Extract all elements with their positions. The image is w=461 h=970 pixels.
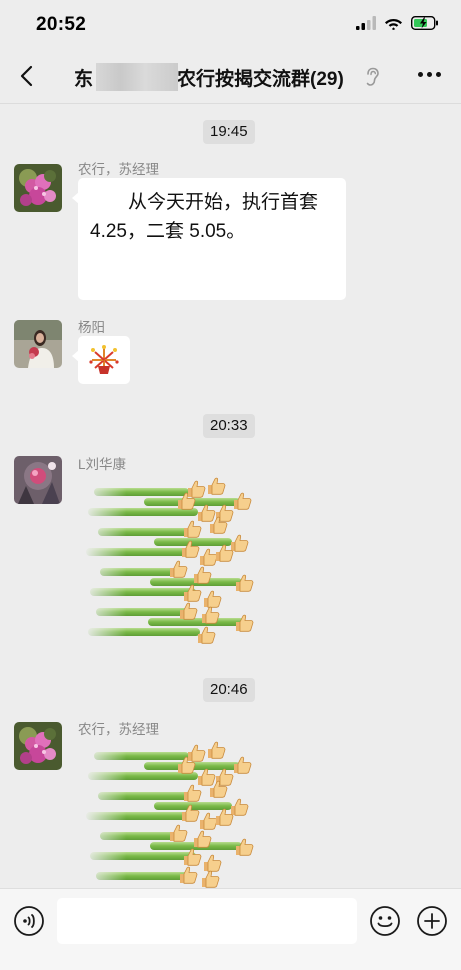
message-bubble[interactable] xyxy=(72,336,130,384)
avatar[interactable] xyxy=(14,456,62,504)
thumbs-up-sticker[interactable] xyxy=(84,474,254,649)
more-dot xyxy=(436,72,441,77)
message-text: 从今天开始，执行首套 4.25，二套 5.05。 xyxy=(78,178,346,256)
avatar[interactable] xyxy=(14,320,62,368)
timestamp: 20:46 xyxy=(203,678,255,702)
plus-icon[interactable] xyxy=(416,905,448,937)
thumbs-up-sticker[interactable] xyxy=(84,738,254,888)
status-bar: 20:52 xyxy=(0,0,461,48)
message-line: 从今天开始，执行首套 xyxy=(128,192,319,213)
message-line: 4.25，二套 5.05。 xyxy=(90,221,246,242)
input-bar xyxy=(0,888,461,970)
voice-icon[interactable] xyxy=(13,905,45,937)
status-icons xyxy=(356,16,439,30)
chat-header: 东 农行按揭交流群(29) xyxy=(0,48,461,104)
message-list[interactable]: 19:45 农行，苏经理 从今天开始，执行首套 4.25，二套 5.05。 杨阳… xyxy=(0,104,461,888)
sender-name: L刘华康 xyxy=(78,457,127,472)
title-redaction xyxy=(96,63,178,91)
sender-name: 农行，苏经理 xyxy=(78,162,159,177)
fireworks-sticker xyxy=(89,345,119,374)
group-title-prefix: 东 xyxy=(74,69,94,90)
back-button[interactable] xyxy=(14,62,42,90)
timestamp: 20:33 xyxy=(203,414,255,438)
more-dot xyxy=(427,72,432,77)
sender-name: 农行，苏经理 xyxy=(78,722,159,737)
message-input[interactable] xyxy=(57,898,357,944)
battery-icon xyxy=(411,16,438,30)
emoji-icon[interactable] xyxy=(369,905,401,937)
timestamp: 19:45 xyxy=(203,120,255,144)
ear-icon xyxy=(366,67,379,86)
avatar[interactable] xyxy=(14,722,62,770)
status-time: 20:52 xyxy=(36,14,87,35)
message-bubble[interactable]: 从今天开始，执行首套 4.25，二套 5.05。 xyxy=(72,178,346,300)
more-dot xyxy=(418,72,423,77)
avatar[interactable] xyxy=(14,164,62,212)
signal-icon xyxy=(356,16,376,30)
wifi-icon xyxy=(385,19,402,30)
more-options-button[interactable] xyxy=(418,72,441,77)
sender-name: 杨阳 xyxy=(78,320,105,335)
group-title-suffix: 农行按揭交流群(29) xyxy=(177,69,344,90)
